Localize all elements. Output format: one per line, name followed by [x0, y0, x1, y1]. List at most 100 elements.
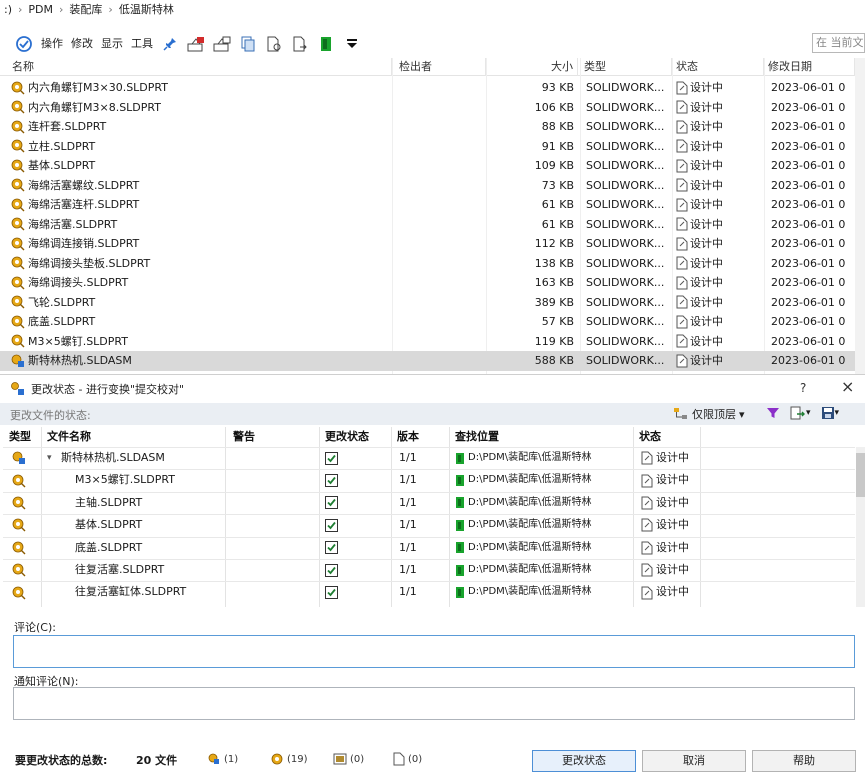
file-row[interactable]: 海绵调接头.SLDPRT 163 KB SOLIDWORK... 设计中 2023-06… [0, 273, 865, 293]
check-in-icon[interactable] [211, 33, 233, 55]
file-date: 2023-06-01 0 [771, 198, 846, 211]
file-type: SOLIDWORK... [586, 295, 665, 309]
file-row[interactable]: 基体.SLDPRT 109 KB SOLIDWORK... 设计中 2023-06-01… [0, 156, 865, 176]
state-row[interactable]: ▾ 斯特林热机.SLDASM 1/1 D:\PDM\装配库\低温斯特林 设计中 [3, 447, 855, 469]
file-row[interactable]: 连杆套.SLDPRT 88 KB SOLIDWORK... 设计中 2023-06-01… [0, 117, 865, 137]
save-icon[interactable]: ▾ [821, 406, 839, 420]
change-state-checkbox[interactable] [325, 492, 345, 514]
file-list-scrollbar[interactable] [855, 58, 865, 374]
vault-icon[interactable] [13, 33, 35, 55]
file-size: 138 KB [534, 256, 574, 270]
file-row[interactable]: 海绵调连接销.SLDPRT 112 KB SOLIDWORK... 设计中 2023-0… [0, 234, 865, 254]
state-row-filename: 主轴.SLDPRT [75, 495, 143, 509]
column-type[interactable]: 类型 [580, 58, 672, 76]
grid-column-type[interactable]: 类型 [3, 427, 41, 447]
search-input[interactable]: 在 当前文 [812, 33, 865, 53]
file-date: 2023-06-01 0 [771, 354, 846, 367]
change-state-checkbox[interactable] [325, 559, 345, 581]
file-row[interactable]: 海绵活塞.SLDPRT 61 KB SOLIDWORK... 设计中 2023-06-0… [0, 215, 865, 235]
file-name: 海绵活塞连杆.SLDPRT [28, 198, 140, 211]
grid-column-version[interactable]: 版本 [391, 427, 449, 447]
menu-operate[interactable]: 操作 [38, 34, 66, 54]
change-state-checkbox[interactable] [325, 469, 345, 491]
file-name: 内六角螺钉M3×8.SLDPRT [28, 100, 161, 114]
menu-display[interactable]: 显示 [98, 34, 126, 54]
breadcrumb-item-assembly-lib[interactable]: 装配库 [69, 1, 102, 17]
file-row[interactable]: 内六角螺钉M3×30.SLDPRT 93 KB SOLIDWORK... 设计中 202… [0, 78, 865, 98]
check-out-icon[interactable] [185, 33, 207, 55]
total-count: 20 文件 [136, 754, 178, 767]
collapse-icon[interactable]: ▾ [47, 447, 59, 469]
file-list: 名称 检出者 大小 类型 状态 修改日期 内六角螺钉M3×30.SLDPRT 93… [0, 58, 865, 374]
checkbox-checked-icon [325, 451, 338, 465]
file-name: 海绵调连接销.SLDPRT [28, 237, 140, 250]
copy-icon[interactable] [237, 33, 259, 55]
file-row[interactable]: 飞轮.SLDPRT 389 KB SOLIDWORK... 设计中 2023-06-01… [0, 293, 865, 313]
change-state-checkbox[interactable] [325, 514, 345, 536]
vault-folder-icon [456, 475, 464, 487]
state-document-icon [676, 198, 688, 212]
grid-scrollbar-thumb[interactable] [856, 453, 865, 497]
file-row[interactable]: 斯特林热机.SLDASM 588 KB SOLIDWORK... 设计中 2023-06… [0, 351, 865, 371]
column-modified[interactable]: 修改日期 [764, 58, 855, 76]
breadcrumb-item-pdm[interactable]: PDM [28, 3, 53, 16]
state-row[interactable]: 主轴.SLDPRT 1/1 D:\PDM\装配库\低温斯特林 设计中 [3, 492, 855, 514]
breadcrumb-item-stirling[interactable]: 低温斯特林 [119, 1, 174, 17]
grid-column-change-state[interactable]: 更改状态 [319, 427, 391, 447]
green-book-icon[interactable] [315, 33, 337, 55]
column-state[interactable]: 状态 [672, 58, 764, 76]
part-icon [11, 159, 25, 173]
state-row[interactable]: 基体.SLDPRT 1/1 D:\PDM\装配库\低温斯特林 设计中 [3, 514, 855, 536]
grid-column-filename[interactable]: 文件名称 [41, 427, 227, 447]
state-row-path: D:\PDM\装配库\低温斯特林 [468, 496, 592, 508]
change-state-checkbox[interactable] [325, 581, 345, 603]
menu-modify[interactable]: 修改 [68, 34, 96, 54]
column-size[interactable]: 大小 [486, 58, 578, 76]
grid-column-state[interactable]: 状态 [633, 427, 713, 447]
comment-field[interactable] [13, 635, 855, 668]
change-state-button[interactable]: 更改状态 [532, 750, 636, 772]
filter-icon[interactable] [766, 406, 780, 420]
state-row[interactable]: 往复活塞.SLDPRT 1/1 D:\PDM\装配库\低温斯特林 设计中 [3, 559, 855, 581]
notify-comment-field[interactable] [13, 687, 855, 720]
file-row[interactable]: M3×5螺钉.SLDPRT 119 KB SOLIDWORK... 设计中 2023-0… [0, 332, 865, 352]
assembly-icon [208, 753, 219, 764]
dropdown-arrow-icon[interactable] [341, 33, 363, 55]
file-row[interactable]: 底盖.SLDPRT 57 KB SOLIDWORK... 设计中 2023-06-01 … [0, 312, 865, 332]
state-document-icon [641, 496, 653, 510]
help-button[interactable]: 帮助 [752, 750, 856, 772]
state-row[interactable]: M3×5螺钉.SLDPRT 1/1 D:\PDM\装配库\低温斯特林 设计中 [3, 469, 855, 491]
document-icon [393, 752, 405, 766]
file-row[interactable]: 内六角螺钉M3×8.SLDPRT 106 KB SOLIDWORK... 设计中 202… [0, 98, 865, 118]
part-icon [11, 276, 25, 290]
file-row[interactable]: 立柱.SLDPRT 91 KB SOLIDWORK... 设计中 2023-06-01 … [0, 137, 865, 157]
document-export-icon[interactable] [289, 33, 311, 55]
help-icon[interactable]: ? [800, 381, 806, 395]
state-row[interactable]: 往复活塞缸体.SLDPRT 1/1 D:\PDM\装配库\低温斯特林 设计中 [3, 581, 855, 603]
menu-tools[interactable]: 工具 [128, 34, 156, 54]
column-checked-out-by[interactable]: 检出者 [395, 58, 486, 76]
part-icon [11, 81, 25, 95]
file-row[interactable]: 海绵调接头垫板.SLDPRT 138 KB SOLIDWORK... 设计中 2023-… [0, 254, 865, 274]
cancel-button[interactable]: 取消 [642, 750, 746, 772]
change-state-checkbox[interactable] [325, 537, 345, 559]
change-state-checkbox[interactable] [325, 447, 345, 469]
change-state-grid: 类型 文件名称 警告 更改状态 版本 查找位置 状态 ▾ 斯特林热机.SLDASM… [3, 427, 865, 607]
export-list-icon[interactable]: ▾ [790, 406, 811, 420]
close-icon[interactable]: × [841, 378, 854, 396]
grid-column-warning[interactable]: 警告 [227, 427, 319, 447]
top-level-only-toggle[interactable]: 仅限顶层 ▾ [673, 406, 745, 422]
file-type: SOLIDWORK... [586, 256, 665, 270]
state-row[interactable]: 底盖.SLDPRT 1/1 D:\PDM\装配库\低温斯特林 设计中 [3, 537, 855, 559]
file-date: 2023-06-01 0 [771, 120, 846, 133]
pin-icon[interactable] [159, 33, 181, 55]
file-row[interactable]: 海绵活塞连杆.SLDPRT 61 KB SOLIDWORK... 设计中 2023-06… [0, 195, 865, 215]
document-search-icon[interactable] [263, 33, 285, 55]
file-row[interactable]: 海绵活塞螺纹.SLDPRT 73 KB SOLIDWORK... 设计中 2023-06… [0, 176, 865, 196]
part-icon [271, 753, 283, 765]
grid-column-found-in[interactable]: 查找位置 [449, 427, 633, 447]
column-name[interactable]: 名称 [8, 58, 392, 76]
state-row-path: D:\PDM\装配库\低温斯特林 [468, 541, 592, 553]
top-level-only-label: 仅限顶层 [692, 408, 736, 421]
state-document-icon [641, 518, 653, 532]
